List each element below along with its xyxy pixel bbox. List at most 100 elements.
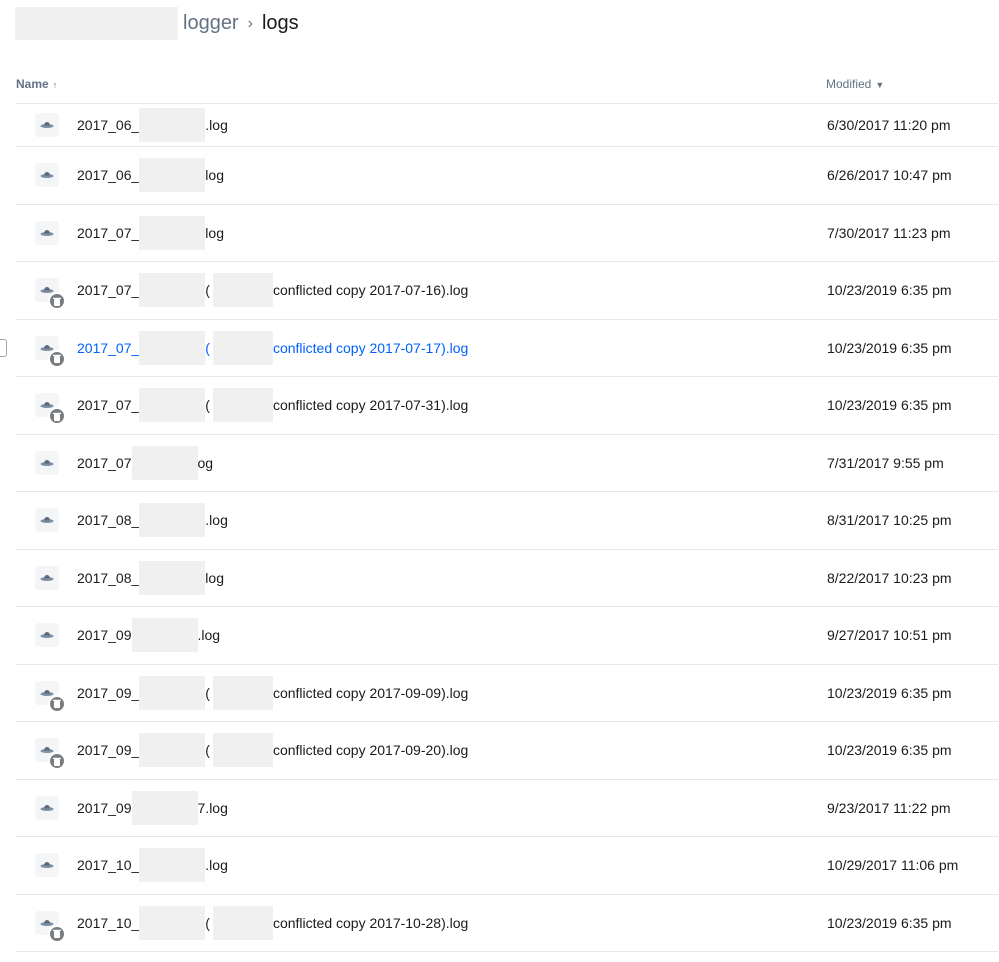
file-name-redacted [139, 848, 206, 883]
file-name-redacted [212, 273, 273, 308]
modified-date: 8/22/2017 10:23 pm [827, 569, 952, 586]
file-name-paren: ( [205, 282, 210, 299]
file-name-redacted [139, 158, 206, 193]
modified-date: 10/23/2019 6:35 pm [827, 339, 952, 356]
file-name[interactable]: 2017_10_ .log [77, 848, 228, 883]
file-row[interactable]: 2017_09_ (conflicted copy 2017-09-20).log… [16, 722, 998, 780]
file-icon [35, 450, 59, 475]
breadcrumb-root-redacted[interactable] [15, 7, 178, 40]
breadcrumb-chevron-icon: › [247, 14, 253, 32]
file-name-suffix: .log [205, 116, 228, 133]
file-row[interactable]: 2017_06_ .log 6/30/2017 11:20 pm [16, 103, 998, 147]
file-name-redacted [212, 733, 273, 768]
file-row[interactable]: 2017_08_ log 8/22/2017 10:23 pm [16, 550, 998, 607]
modified-date: 10/23/2019 6:35 pm [827, 742, 952, 759]
modified-date: 10/23/2019 6:35 pm [827, 397, 952, 414]
trash-badge-icon [48, 292, 66, 311]
modified-column-label: Modified [826, 77, 872, 91]
file-icon [35, 853, 59, 878]
sort-ascending-arrow-icon: ↑ [52, 80, 58, 90]
file-name-redacted [139, 905, 206, 940]
breadcrumb-item-logger[interactable]: logger [183, 12, 239, 35]
modified-date: 6/26/2017 10:47 pm [827, 167, 952, 184]
modified-column-header[interactable]: Modified ▼ [826, 77, 884, 91]
file-name-redacted [131, 790, 198, 825]
file-row[interactable]: 2017_07 og 7/31/2017 9:55 pm [16, 435, 998, 492]
name-column-header[interactable]: Name ↑ [16, 77, 57, 91]
file-name-paren: ( [205, 684, 210, 701]
file-name[interactable]: 2017_08_ log [77, 560, 224, 595]
file-row[interactable]: 2017_07_ (conflicted copy 2017-07-17).log… [0, 320, 998, 377]
file-name[interactable]: 2017_09_ (conflicted copy 2017-09-20).log [77, 733, 468, 768]
file-name[interactable]: 2017_06_ .log [77, 107, 228, 142]
file-name-suffix: .log [205, 512, 228, 529]
file-row[interactable]: 2017_07_ ( conflicted copy 2017-07-31).log… [16, 377, 998, 435]
file-name[interactable]: 2017_08_ .log [77, 503, 228, 538]
page-title: logs [261, 12, 299, 34]
modified-date: 10/23/2019 6:35 pm [827, 684, 952, 701]
file-row[interactable]: 2017_08_ .log 8/31/2017 10:25 pm [16, 492, 998, 550]
file-name-redacted [212, 330, 273, 365]
file-name-redacted [139, 560, 206, 595]
file-name-paren: ( [205, 397, 210, 414]
modified-date: 6/30/2017 11:20 pm [827, 116, 951, 133]
file-row[interactable]: 2017_10_ .log 10/29/2017 11:06 pm [16, 837, 998, 895]
file-name-suffix: conflicted copy 2017-10-28).log [272, 914, 469, 931]
modified-date: 10/29/2017 11:06 pm [827, 857, 959, 874]
row-select-checkbox[interactable] [0, 338, 7, 357]
file-name[interactable]: 2017_06_ log [77, 158, 224, 193]
file-name-paren: ( [205, 914, 210, 931]
modified-date: 10/23/2019 6:35 pm [827, 914, 952, 931]
file-name-suffix: og [197, 454, 214, 471]
file-name-suffix: log [205, 167, 224, 184]
name-column-label: Name [16, 77, 49, 91]
file-name[interactable]: 2017_09 7.log [77, 790, 228, 825]
file-row[interactable]: 2017_09 .log 9/27/2017 10:51 pm [16, 607, 998, 665]
file-name-suffix: conflicted copy 2017-07-31).log [272, 397, 469, 414]
file-name[interactable]: 2017_10_ ( conflicted copy 2017-10-28).log [77, 905, 469, 940]
modified-date: 7/30/2017 11:23 pm [827, 224, 951, 241]
file-name-prefix: 2017_06_ [77, 167, 140, 184]
file-name[interactable]: 2017_07_ (conflicted copy 2017-07-17).log [77, 330, 468, 365]
file-icon [35, 163, 59, 188]
file-name-prefix: 2017_09 [77, 799, 132, 816]
file-name-prefix: 2017_07_ [77, 397, 140, 414]
file-row[interactable]: 2017_09_ (conflicted copy 2017-09-09).log… [16, 665, 998, 722]
file-name[interactable]: 2017_07_ (conflicted copy 2017-07-16).log [77, 273, 469, 308]
file-name-redacted [139, 215, 206, 250]
file-name-redacted [139, 107, 206, 142]
file-name-suffix: .log [197, 627, 221, 644]
file-icon [35, 508, 59, 533]
file-name-prefix: 2017_09_ [77, 742, 140, 759]
file-name-suffix: conflicted copy 2017-09-09).log [272, 684, 469, 701]
file-name-suffix: log [205, 224, 224, 241]
file-row[interactable]: 2017_09 7.log 9/23/2017 11:22 pm [16, 780, 998, 837]
file-row[interactable]: 2017_10_ ( conflicted copy 2017-10-28).log… [16, 895, 998, 952]
file-list: 2017_06_ .log 6/30/2017 11:20 pm 2017_06_ lo… [0, 103, 998, 952]
file-name-redacted [212, 675, 273, 710]
file-name-suffix: conflicted copy 2017-07-16).log [272, 282, 469, 299]
file-icon [35, 220, 59, 245]
modified-date: 8/31/2017 10:25 pm [827, 512, 952, 529]
file-name[interactable]: 2017_09_ (conflicted copy 2017-09-09).log [77, 675, 469, 710]
file-name[interactable]: 2017_07 og [77, 445, 214, 480]
file-name-prefix: 2017_07 [77, 454, 132, 471]
trash-badge-icon [48, 752, 66, 771]
file-name-redacted [139, 675, 206, 710]
file-row[interactable]: 2017_06_ log 6/26/2017 10:47 pm [16, 147, 998, 205]
file-name-redacted [212, 905, 273, 940]
file-name-redacted [139, 733, 206, 768]
file-name[interactable]: 2017_07_ ( conflicted copy 2017-07-31).log [77, 388, 469, 423]
file-name-redacted [131, 618, 198, 653]
file-name-suffix: log [205, 569, 224, 586]
file-icon [35, 623, 59, 648]
file-row[interactable]: 2017_07_ log 7/30/2017 11:23 pm [16, 205, 998, 262]
file-name-redacted [139, 503, 206, 538]
file-name[interactable]: 2017_07_ log [77, 215, 224, 250]
file-name-prefix: 2017_06_ [77, 116, 140, 133]
file-table-header: Name ↑ Modified ▼ [16, 70, 998, 104]
file-name-prefix: 2017_10_ [77, 914, 140, 931]
file-name-redacted [131, 445, 198, 480]
file-row[interactable]: 2017_07_ (conflicted copy 2017-07-16).log… [16, 262, 998, 320]
file-name[interactable]: 2017_09 .log [77, 618, 221, 653]
